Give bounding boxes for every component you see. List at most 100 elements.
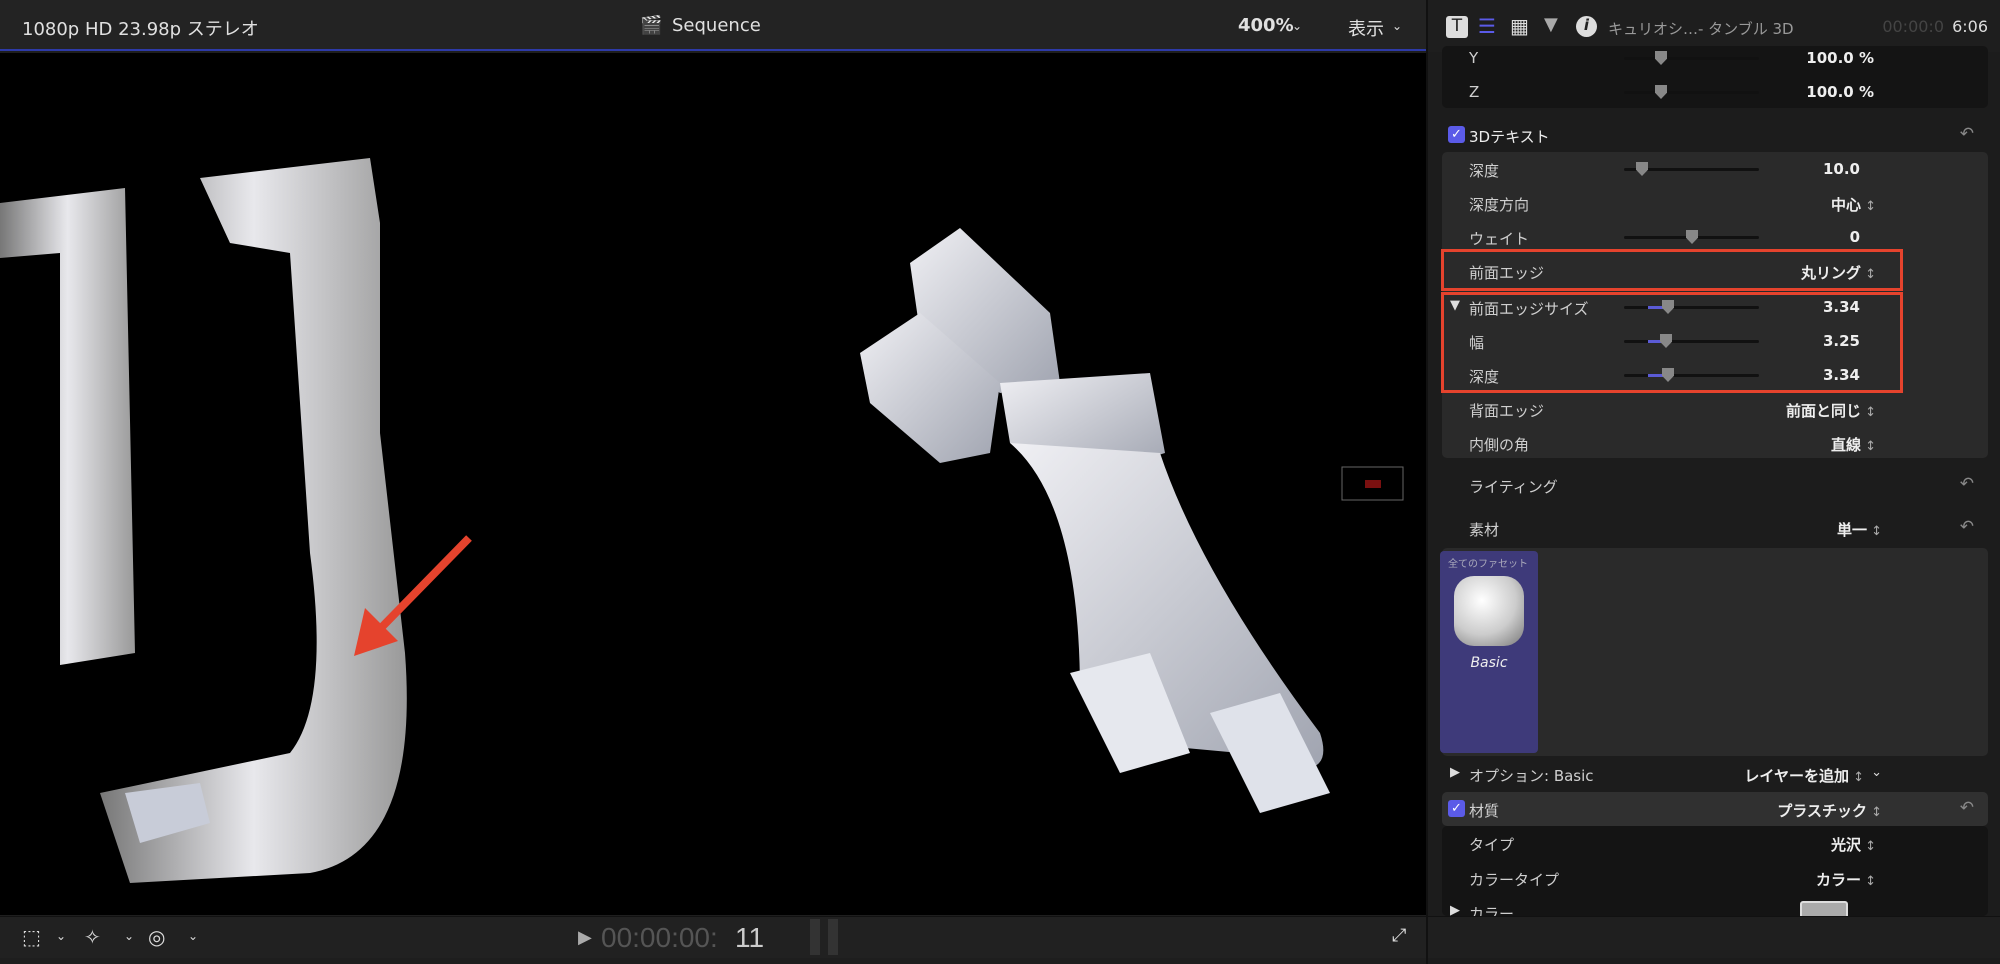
material-name: Basic bbox=[1470, 655, 1508, 671]
sequence-title: Sequence bbox=[672, 15, 761, 36]
material-popup[interactable]: 単一 bbox=[1837, 519, 1882, 540]
chevron-down-icon[interactable]: ⌄ bbox=[124, 929, 134, 943]
viewer-canvas[interactable] bbox=[0, 53, 1426, 915]
slider-knob[interactable] bbox=[1655, 51, 1667, 65]
color-type-row: カラータイプ カラー bbox=[1442, 861, 1988, 895]
paragraph-icon[interactable]: ☰ bbox=[1478, 14, 1496, 38]
reset-icon[interactable]: ↶ bbox=[1960, 798, 1974, 818]
slider-knob[interactable] bbox=[1636, 162, 1648, 176]
width-row: 幅 3.25 bbox=[1442, 324, 1988, 358]
lighting-header[interactable]: ライティング ↶ bbox=[1442, 468, 1988, 502]
audio-meter bbox=[828, 919, 838, 955]
slider-knob[interactable] bbox=[1662, 368, 1674, 382]
disclosure-triangle-icon[interactable]: ▼ bbox=[1450, 298, 1460, 313]
substance-checkbox[interactable]: ✓ bbox=[1448, 800, 1465, 817]
back-edge-popup[interactable]: 前面と同じ bbox=[1786, 400, 1876, 421]
depth-direction-popup[interactable]: 中心 bbox=[1831, 194, 1876, 215]
reset-icon[interactable]: ↶ bbox=[1960, 124, 1974, 144]
clip-title: キュリオシ…- タンブル 3D bbox=[1608, 20, 1794, 38]
inner-corner-row: 内側の角 直線 bbox=[1442, 426, 1988, 460]
reset-icon[interactable]: ↶ bbox=[1960, 517, 1974, 537]
disclosure-triangle-icon[interactable]: ▶ bbox=[1450, 765, 1460, 780]
inspector-panel: T ☰ ▦ ▼ i キュリオシ…- タンブル 3D 00:00:0 6:06 Y… bbox=[1426, 0, 2000, 964]
format-label: 1080p HD 23.98p ステレオ bbox=[22, 19, 259, 40]
timecode-dim: 00:00:00: bbox=[601, 922, 718, 953]
play-icon[interactable]: ▶ bbox=[578, 927, 592, 948]
weight-slider[interactable] bbox=[1624, 230, 1759, 244]
substance-popup[interactable]: プラスチック bbox=[1777, 800, 1882, 821]
chevron-down-icon[interactable]: ⌄ bbox=[1871, 765, 1882, 780]
value[interactable]: 0 bbox=[1850, 228, 1860, 246]
3d-text-checkbox[interactable]: ✓ bbox=[1448, 126, 1465, 143]
clapper-icon: 🎬 bbox=[640, 15, 663, 36]
section-title: 3Dテキスト bbox=[1469, 128, 1550, 146]
color-row: ▶ カラー bbox=[1442, 895, 1988, 916]
red-marker bbox=[1365, 480, 1381, 488]
filter-icon[interactable]: ▼ bbox=[1544, 14, 1558, 35]
options-row: ▶ オプション: Basic レイヤーを追加 ⌄ bbox=[1442, 757, 1988, 791]
letter-right-shape bbox=[860, 228, 1330, 813]
add-layer-menu[interactable]: レイヤーを追加 bbox=[1744, 765, 1864, 786]
transform-icon[interactable]: ⬚ bbox=[22, 925, 41, 949]
scale-y-slider[interactable] bbox=[1624, 51, 1759, 65]
section-title: ライティング bbox=[1469, 478, 1558, 496]
value[interactable]: 3.25 bbox=[1823, 332, 1860, 350]
front-edge-size-slider[interactable] bbox=[1624, 300, 1759, 314]
text-inspector-icon[interactable]: T bbox=[1446, 16, 1468, 38]
fullscreen-icon[interactable]: ⤢ bbox=[1392, 925, 1406, 946]
viewer-toolbar: 1080p HD 23.98p ステレオ 🎬 Sequence 400% ⌄ 表… bbox=[0, 0, 1426, 51]
value[interactable]: 100.0 % bbox=[1806, 83, 1874, 101]
chevron-down-icon[interactable]: ⌄ bbox=[188, 929, 198, 943]
scale-z-slider[interactable] bbox=[1624, 85, 1759, 99]
type-row: タイプ 光沢 bbox=[1442, 826, 1988, 860]
disclosure-triangle-icon[interactable]: ▶ bbox=[1450, 903, 1460, 916]
label: 前面エッジサイズ bbox=[1469, 300, 1589, 318]
reset-icon[interactable]: ↶ bbox=[1960, 474, 1974, 494]
viewer-bottom-bar: ⬚ ⌄ ✧ ⌄ ◎ ⌄ ▶ 00:00:00: 11 ⤢ bbox=[0, 916, 1426, 958]
timecode-dim: 00:00:0 bbox=[1882, 17, 1944, 36]
3d-text-header: ✓ 3Dテキスト ↶ bbox=[1442, 118, 1988, 152]
label: Z bbox=[1469, 83, 1480, 101]
value[interactable]: 10.0 bbox=[1823, 160, 1860, 178]
value[interactable]: 3.34 bbox=[1823, 298, 1860, 316]
label: 深度 bbox=[1469, 368, 1500, 386]
slider-knob[interactable] bbox=[1686, 230, 1698, 244]
facet-label: 全てのファセット bbox=[1448, 559, 1528, 570]
front-edge-popup[interactable]: 丸リング bbox=[1801, 262, 1876, 283]
material-row: 素材 単一 ↶ bbox=[1442, 511, 1988, 545]
inspector-footer bbox=[1428, 916, 2000, 958]
label: カラータイプ bbox=[1469, 871, 1560, 889]
label: 内側の角 bbox=[1469, 436, 1530, 454]
front-edge-row: 前面エッジ 丸リング bbox=[1442, 254, 1988, 288]
chevron-down-icon[interactable]: ⌄ bbox=[1392, 19, 1402, 33]
label: 前面エッジ bbox=[1469, 264, 1545, 282]
scale-z-row: Z 100.0 % bbox=[1442, 75, 1988, 109]
color-type-popup[interactable]: カラー bbox=[1816, 869, 1876, 890]
magic-wand-icon[interactable]: ✧ bbox=[84, 925, 101, 949]
view-menu[interactable]: 表示 bbox=[1348, 15, 1384, 41]
depth-slider[interactable] bbox=[1624, 162, 1759, 176]
speed-icon[interactable]: ◎ bbox=[148, 925, 165, 949]
color-swatch[interactable] bbox=[1800, 901, 1848, 916]
film-icon[interactable]: ▦ bbox=[1510, 14, 1529, 38]
slider-knob[interactable] bbox=[1655, 85, 1667, 99]
chevron-down-icon[interactable]: ⌄ bbox=[56, 929, 66, 943]
material-tile[interactable]: 全てのファセット Basic bbox=[1440, 551, 1538, 753]
slider-knob[interactable] bbox=[1660, 334, 1672, 348]
inner-corner-popup[interactable]: 直線 bbox=[1831, 434, 1876, 455]
value[interactable]: 3.34 bbox=[1823, 366, 1860, 384]
substance-row: ✓材質 プラスチック ↶ bbox=[1442, 792, 1988, 826]
width-slider[interactable] bbox=[1624, 334, 1759, 348]
type-popup[interactable]: 光沢 bbox=[1831, 834, 1876, 855]
back-edge-row: 背面エッジ 前面と同じ bbox=[1442, 392, 1988, 426]
label: 素材 bbox=[1469, 521, 1500, 539]
chevron-down-icon[interactable]: ⌄ bbox=[1292, 19, 1302, 33]
zoom-menu[interactable]: 400% bbox=[1238, 15, 1294, 36]
info-icon[interactable]: i bbox=[1576, 16, 1597, 37]
slider-knob[interactable] bbox=[1662, 300, 1674, 314]
scale-y-row: Y 100.0 % bbox=[1442, 41, 1988, 75]
edge-depth-slider[interactable] bbox=[1624, 368, 1759, 382]
timecode: 6:06 bbox=[1952, 17, 1988, 36]
value[interactable]: 100.0 % bbox=[1806, 49, 1874, 67]
3d-text-render bbox=[0, 158, 1404, 883]
